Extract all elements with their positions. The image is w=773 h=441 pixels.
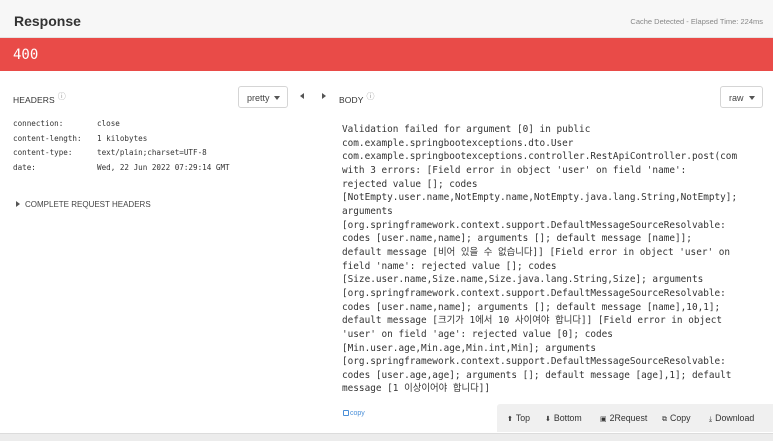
body-line: codes [user.age,age]; arguments []; defa…	[342, 369, 732, 381]
scroll-top-label: Top	[515, 413, 531, 423]
download-button[interactable]: ⤓ Download	[709, 413, 754, 424]
status-banner: 400	[0, 38, 773, 71]
expand-triangle-icon	[16, 201, 20, 207]
body-line: message [1 이상이어야 합니다]]	[342, 383, 491, 395]
scroll-top-button[interactable]: ⬆ Top	[507, 413, 530, 423]
complete-request-headers-toggle[interactable]: COMPLETE REQUEST HEADERS	[16, 200, 151, 209]
body-line: com.example.springbootexceptions.control…	[342, 151, 738, 163]
chevron-down-icon	[749, 96, 755, 100]
body-line: default message [크기가 1에서 10 사이여야 합니다]] […	[342, 315, 723, 327]
copy-link-label: copy	[350, 410, 365, 417]
header-key: content-type:	[13, 148, 73, 157]
body-help-icon[interactable]: ⓘ	[367, 92, 375, 101]
to-request-button[interactable]: ▣ 2Request	[600, 413, 647, 423]
body-line: rejected value []; codes	[342, 178, 478, 190]
download-icon: ⤓	[709, 416, 713, 423]
body-label-text: BODY	[339, 95, 364, 105]
headers-format-value: pretty	[247, 93, 270, 103]
copy-button-label: Copy	[670, 413, 691, 423]
header-key: connection:	[13, 119, 64, 128]
body-line: arguments	[342, 205, 393, 217]
header-value: Wed, 22 Jun 2022 07:29:14 GMT	[97, 162, 230, 172]
header-row: date: Wed, 22 Jun 2022 07:29:14 GMT	[13, 163, 230, 178]
header-key: content-length:	[13, 133, 82, 143]
body-line: [org.springframework.context.support.Def…	[342, 219, 726, 231]
body-line: [Size.user.name,Size.name,Size.java.lang…	[342, 274, 704, 286]
header-row: content-length: 1 kilobytes	[13, 134, 230, 149]
body-line: codes [user.name,name]; arguments []; de…	[342, 233, 692, 245]
body-section-label: BODY ⓘ	[339, 91, 375, 105]
arrow-up-circle-icon: ⬆	[507, 416, 513, 423]
copy-icon: ⧉	[662, 416, 667, 423]
body-panel: BODY ⓘ raw Validation failed for argument…	[313, 71, 773, 433]
body-line: Validation failed for argument [0] in pu…	[342, 124, 591, 135]
body-line: 'user' on field 'age': rejected value [0…	[342, 328, 613, 340]
body-format-dropdown[interactable]: raw	[720, 86, 763, 108]
chevron-down-icon	[274, 96, 280, 100]
headers-table: connection: close content-length: 1 kilo…	[13, 119, 230, 177]
to-request-label: 2Request	[609, 413, 648, 423]
request-icon: ▣	[600, 416, 607, 423]
scroll-bottom-label: Bottom	[553, 413, 582, 423]
complete-request-headers-label: COMPLETE REQUEST HEADERS	[25, 200, 151, 209]
body-line: com.example.springbootexceptions.dto.Use…	[342, 137, 574, 149]
header-row: content-type: text/plain;charset=UTF-8	[13, 148, 230, 163]
body-line: with 3 errors: [Field error in object 'u…	[342, 164, 687, 176]
header-value: 1 kilobytes	[97, 133, 148, 143]
body-format-value: raw	[729, 93, 744, 103]
copy-link[interactable]: copy	[343, 410, 365, 417]
scroll-bottom-button[interactable]: ⬇ Bottom	[545, 413, 582, 423]
arrow-down-circle-icon: ⬇	[545, 416, 551, 423]
body-line: default message [비어 있을 수 없습니다]] [Field e…	[342, 246, 731, 258]
response-body-text: Validation failed for argument [0] in pu…	[342, 123, 770, 396]
header-value: text/plain;charset=UTF-8	[97, 148, 207, 157]
bottom-strip	[0, 433, 773, 441]
response-title: Response	[14, 13, 81, 29]
body-line: [NotEmpty.user.name,NotEmpty.name,NotEmp…	[342, 192, 738, 204]
header-value: close	[97, 119, 120, 128]
collapse-left-icon[interactable]	[300, 93, 304, 99]
body-line: [Min.user.age,Min.age,Min.int,Min]; argu…	[342, 342, 596, 354]
headers-format-dropdown[interactable]: pretty	[238, 86, 288, 108]
header-key: date:	[13, 162, 36, 172]
status-code: 400	[13, 47, 39, 63]
body-line: field 'name': rejected value []; codes	[342, 260, 557, 272]
body-line: [org.springframework.context.support.Def…	[342, 287, 726, 299]
body-action-bar: ⬆ Top ⬇ Bottom ▣ 2Request ⧉ Copy ⤓ Download	[497, 404, 773, 432]
copy-icon	[343, 410, 349, 416]
header-row: connection: close	[13, 119, 230, 134]
body-line: codes [user.name,name]; arguments []; de…	[342, 301, 721, 313]
download-label: Download	[715, 413, 755, 423]
headers-panel: HEADERS ⓘ pretty connection: close conten…	[0, 71, 312, 433]
headers-help-icon[interactable]: ⓘ	[58, 92, 66, 101]
response-header-bar: Response Cache Detected - Elapsed Time: …	[0, 0, 773, 38]
expand-right-icon[interactable]	[322, 93, 326, 99]
copy-button[interactable]: ⧉ Copy	[662, 413, 691, 424]
cache-elapsed-time: Cache Detected - Elapsed Time: 224ms	[630, 17, 763, 26]
body-line: [org.springframework.context.support.Def…	[342, 356, 726, 368]
headers-label-text: HEADERS	[13, 95, 55, 105]
headers-section-label: HEADERS ⓘ	[13, 91, 66, 105]
